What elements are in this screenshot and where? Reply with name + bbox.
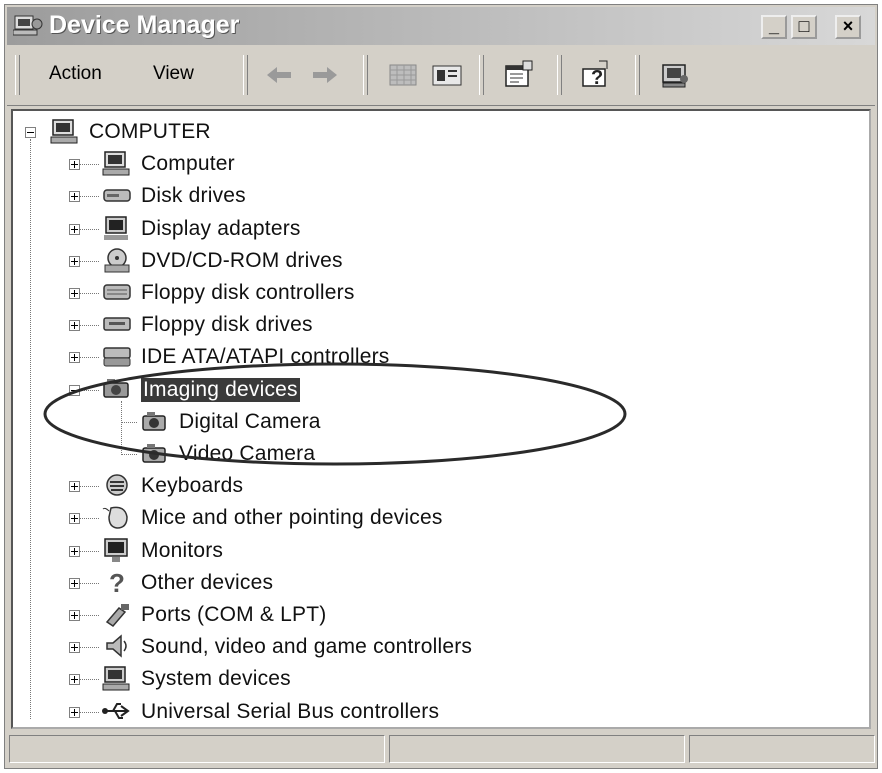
tree-connector — [79, 486, 99, 488]
tree-item-computer[interactable]: Computer — [141, 152, 235, 176]
toolbar-separator — [243, 55, 248, 95]
window-title: Device Manager — [49, 11, 240, 39]
tree-trunk — [30, 139, 31, 719]
usb-icon — [102, 702, 130, 719]
ports-icon — [105, 604, 129, 627]
tree-connector — [79, 389, 99, 391]
tree-item-floppy-disk-controllers[interactable]: Floppy disk controllers — [141, 281, 355, 305]
floppy-controller-icon — [103, 284, 131, 300]
menu-action[interactable]: Action — [49, 63, 102, 85]
device-manager-window: Device Manager _ □ × Action View ? COMPU… — [4, 4, 878, 769]
floppy-drive-icon — [103, 317, 131, 331]
tree-connector — [121, 454, 137, 455]
toolbar-separator-2 — [363, 55, 368, 95]
status-bar — [9, 735, 875, 765]
tree-item-monitors[interactable]: Monitors — [141, 539, 223, 563]
tree-connector — [79, 711, 99, 713]
toolbar-grip[interactable] — [15, 55, 20, 95]
back-arrow-icon[interactable] — [261, 57, 297, 93]
computer-icon — [102, 151, 130, 176]
system-devices-icon — [102, 666, 130, 691]
tree-item-imaging-devices[interactable]: Imaging devices — [141, 377, 300, 402]
tree-item-digital-camera[interactable]: Digital Camera — [179, 410, 321, 434]
tree-connector — [79, 196, 99, 198]
toolbar-separator-3 — [479, 55, 484, 95]
camera-icon — [142, 411, 166, 431]
tree-item-universal-serial-bus-controllers[interactable]: Universal Serial Bus controllers — [141, 700, 439, 724]
tree-item-other-devices[interactable]: Other devices — [141, 571, 273, 595]
disk-drive-icon — [103, 189, 131, 203]
tree-connector — [79, 228, 99, 230]
tree-item-computer-root[interactable]: COMPUTER — [89, 120, 211, 144]
camera-icon — [142, 444, 166, 463]
mouse-icon — [102, 507, 128, 530]
tree-connector — [79, 325, 99, 327]
tree-item-ports-com-lpt[interactable]: Ports (COM & LPT) — [141, 603, 326, 627]
tree-branch — [121, 400, 122, 455]
tree-connector — [79, 357, 99, 359]
console-tree-icon[interactable] — [429, 57, 465, 93]
display-adapter-icon — [104, 215, 128, 240]
minimize-icon: _ — [768, 16, 779, 36]
menu-view[interactable]: View — [153, 63, 194, 85]
ide-controller-icon — [103, 347, 131, 367]
status-pane-2 — [389, 735, 685, 763]
other-devices-icon: ? — [109, 568, 125, 596]
maximize-icon: □ — [798, 16, 810, 36]
tree-item-mice-and-other-pointing-devices[interactable]: Mice and other pointing devices — [141, 506, 443, 530]
tree-connector — [79, 164, 99, 166]
maximize-button[interactable]: □ — [791, 15, 817, 39]
tree-connector — [79, 260, 99, 262]
tree-item-sound-video-and-game-controllers[interactable]: Sound, video and game controllers — [141, 635, 472, 659]
tree-item-dvd-cd-rom-drives[interactable]: DVD/CD-ROM drives — [141, 249, 343, 273]
help-icon[interactable]: ? — [577, 57, 613, 93]
forward-arrow-icon[interactable] — [307, 57, 343, 93]
tree-connector — [79, 518, 99, 520]
toolbar: Action View ? — [7, 47, 875, 106]
tree-connector — [79, 550, 99, 552]
status-pane-3 — [689, 735, 875, 763]
tree-item-system-devices[interactable]: System devices — [141, 667, 291, 691]
device-manager-icon — [13, 15, 43, 36]
title-bar[interactable]: Device Manager _ □ × — [7, 7, 875, 45]
close-icon: × — [842, 16, 854, 36]
tree-connector — [79, 582, 99, 584]
tree-connector — [121, 421, 137, 423]
computer-icon — [50, 119, 78, 144]
svg-text:?: ? — [591, 67, 603, 89]
tree-connector — [79, 647, 99, 649]
tree-connector — [79, 679, 99, 681]
properties-icon[interactable] — [501, 57, 537, 93]
status-pane-1 — [9, 735, 385, 763]
keyboard-icon — [106, 474, 128, 496]
tree-connector — [79, 293, 99, 294]
tree-item-disk-drives[interactable]: Disk drives — [141, 184, 246, 208]
properties-grid-icon[interactable] — [385, 57, 421, 93]
device-tree[interactable]: COMPUTER Computer Disk drives Display adapt… — [11, 109, 871, 729]
dvd-drive-icon — [104, 248, 130, 273]
sound-icon — [106, 634, 127, 658]
scan-hardware-icon[interactable] — [657, 57, 693, 93]
tree-item-floppy-disk-drives[interactable]: Floppy disk drives — [141, 313, 313, 337]
tree-connector — [79, 615, 99, 616]
close-button[interactable]: × — [835, 15, 861, 39]
toolbar-separator-4 — [557, 55, 562, 95]
monitor-icon — [104, 537, 128, 562]
toolbar-separator-5 — [635, 55, 640, 95]
collapse-computer-root-icon[interactable] — [25, 127, 36, 138]
tree-item-keyboards[interactable]: Keyboards — [141, 474, 243, 498]
tree-item-ide-ata-atapi-controllers[interactable]: IDE ATA/ATAPI controllers — [141, 345, 390, 369]
minimize-button[interactable]: _ — [761, 15, 787, 39]
tree-item-video-camera[interactable]: Video Camera — [179, 442, 315, 466]
imaging-device-icon — [103, 378, 129, 398]
tree-item-display-adapters[interactable]: Display adapters — [141, 217, 301, 241]
svg-text:?: ? — [109, 568, 125, 596]
